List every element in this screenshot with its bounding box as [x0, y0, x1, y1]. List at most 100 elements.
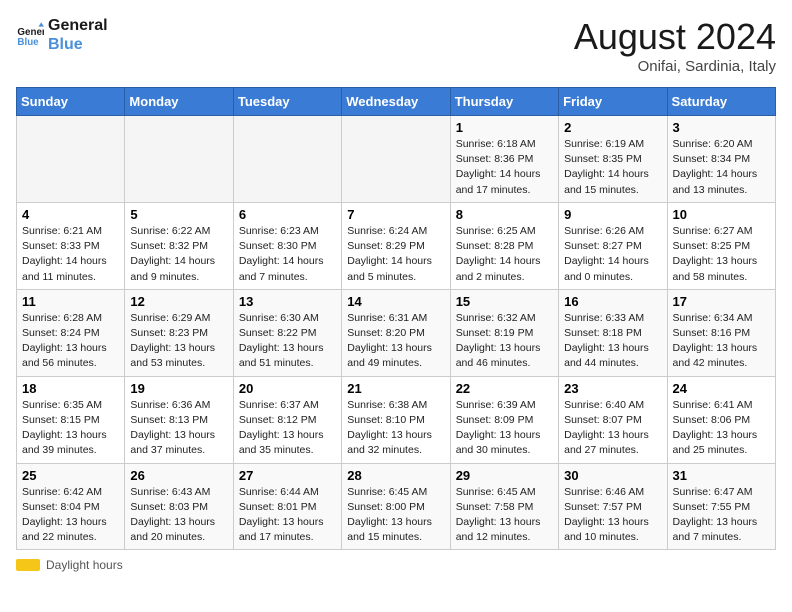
day-info: Sunrise: 6:32 AM Sunset: 8:19 PM Dayligh… — [456, 311, 553, 372]
day-info: Sunrise: 6:28 AM Sunset: 8:24 PM Dayligh… — [22, 311, 119, 372]
day-number: 31 — [673, 468, 770, 483]
day-info: Sunrise: 6:47 AM Sunset: 7:55 PM Dayligh… — [673, 485, 770, 546]
calendar-cell: 11 Sunrise: 6:28 AM Sunset: 8:24 PM Dayli… — [17, 289, 125, 376]
day-number: 22 — [456, 381, 553, 396]
page-header: General Blue General Blue August 2024 On… — [16, 16, 776, 75]
day-header-tuesday: Tuesday — [233, 88, 341, 116]
day-info: Sunrise: 6:40 AM Sunset: 8:07 PM Dayligh… — [564, 398, 661, 459]
logo-text-general: General — [48, 16, 108, 35]
calendar-cell — [125, 116, 233, 203]
calendar-cell: 18 Sunrise: 6:35 AM Sunset: 8:15 PM Dayli… — [17, 376, 125, 463]
calendar-table: SundayMondayTuesdayWednesdayThursdayFrid… — [16, 87, 776, 550]
day-info: Sunrise: 6:45 AM Sunset: 8:00 PM Dayligh… — [347, 485, 444, 546]
calendar-cell: 16 Sunrise: 6:33 AM Sunset: 8:18 PM Dayli… — [559, 289, 667, 376]
day-number: 21 — [347, 381, 444, 396]
day-number: 3 — [673, 120, 770, 135]
calendar-cell: 10Sunrise: 6:27 AM Sunset: 8:25 PM Dayli… — [667, 202, 775, 289]
calendar-cell: 30Sunrise: 6:46 AM Sunset: 7:57 PM Dayli… — [559, 463, 667, 550]
calendar-cell: 2Sunrise: 6:19 AM Sunset: 8:35 PM Daylig… — [559, 116, 667, 203]
day-number: 23 — [564, 381, 661, 396]
day-info: Sunrise: 6:36 AM Sunset: 8:13 PM Dayligh… — [130, 398, 227, 459]
day-info: Sunrise: 6:33 AM Sunset: 8:18 PM Dayligh… — [564, 311, 661, 372]
day-number: 24 — [673, 381, 770, 396]
calendar-cell: 29Sunrise: 6:45 AM Sunset: 7:58 PM Dayli… — [450, 463, 558, 550]
calendar-week-3: 11 Sunrise: 6:28 AM Sunset: 8:24 PM Dayli… — [17, 289, 776, 376]
calendar-cell: 22 Sunrise: 6:39 AM Sunset: 8:09 PM Dayli… — [450, 376, 558, 463]
calendar-cell: 31 Sunrise: 6:47 AM Sunset: 7:55 PM Dayli… — [667, 463, 775, 550]
calendar-cell: 15 Sunrise: 6:32 AM Sunset: 8:19 PM Dayli… — [450, 289, 558, 376]
calendar-cell — [233, 116, 341, 203]
day-number: 1 — [456, 120, 553, 135]
day-info: Sunrise: 6:25 AM Sunset: 8:28 PM Dayligh… — [456, 224, 553, 285]
calendar-cell: 1 Sunrise: 6:18 AM Sunset: 8:36 PM Daylig… — [450, 116, 558, 203]
day-info: Sunrise: 6:39 AM Sunset: 8:09 PM Dayligh… — [456, 398, 553, 459]
day-info: Sunrise: 6:31 AM Sunset: 8:20 PM Dayligh… — [347, 311, 444, 372]
day-info: Sunrise: 6:30 AM Sunset: 8:22 PM Dayligh… — [239, 311, 336, 372]
title-block: August 2024 Onifai, Sardinia, Italy — [574, 16, 776, 75]
day-info: Sunrise: 6:20 AM Sunset: 8:34 PM Dayligh… — [673, 137, 770, 198]
day-number: 5 — [130, 207, 227, 222]
day-number: 17 — [673, 294, 770, 309]
day-info: Sunrise: 6:35 AM Sunset: 8:15 PM Dayligh… — [22, 398, 119, 459]
day-info: Sunrise: 6:38 AM Sunset: 8:10 PM Dayligh… — [347, 398, 444, 459]
day-number: 20 — [239, 381, 336, 396]
calendar-cell: 19Sunrise: 6:36 AM Sunset: 8:13 PM Dayli… — [125, 376, 233, 463]
day-number: 11 — [22, 294, 119, 309]
day-header-sunday: Sunday — [17, 88, 125, 116]
calendar-cell: 6 Sunrise: 6:23 AM Sunset: 8:30 PM Daylig… — [233, 202, 341, 289]
day-info: Sunrise: 6:18 AM Sunset: 8:36 PM Dayligh… — [456, 137, 553, 198]
calendar-cell: 25Sunrise: 6:42 AM Sunset: 8:04 PM Dayli… — [17, 463, 125, 550]
day-number: 12 — [130, 294, 227, 309]
calendar-cell: 17 Sunrise: 6:34 AM Sunset: 8:16 PM Dayli… — [667, 289, 775, 376]
day-number: 6 — [239, 207, 336, 222]
day-number: 9 — [564, 207, 661, 222]
calendar-week-4: 18 Sunrise: 6:35 AM Sunset: 8:15 PM Dayli… — [17, 376, 776, 463]
day-number: 18 — [22, 381, 119, 396]
day-header-thursday: Thursday — [450, 88, 558, 116]
location: Onifai, Sardinia, Italy — [574, 58, 776, 75]
day-number: 16 — [564, 294, 661, 309]
day-number: 15 — [456, 294, 553, 309]
calendar-week-2: 4 Sunrise: 6:21 AM Sunset: 8:33 PM Daylig… — [17, 202, 776, 289]
month-title: August 2024 — [574, 16, 776, 58]
day-info: Sunrise: 6:34 AM Sunset: 8:16 PM Dayligh… — [673, 311, 770, 372]
day-info: Sunrise: 6:46 AM Sunset: 7:57 PM Dayligh… — [564, 485, 661, 546]
day-info: Sunrise: 6:43 AM Sunset: 8:03 PM Dayligh… — [130, 485, 227, 546]
day-header-friday: Friday — [559, 88, 667, 116]
day-info: Sunrise: 6:19 AM Sunset: 8:35 PM Dayligh… — [564, 137, 661, 198]
calendar-cell: 3 Sunrise: 6:20 AM Sunset: 8:34 PM Daylig… — [667, 116, 775, 203]
logo: General Blue General Blue — [16, 16, 108, 54]
daylight-label: Daylight hours — [46, 558, 123, 572]
day-info: Sunrise: 6:22 AM Sunset: 8:32 PM Dayligh… — [130, 224, 227, 285]
day-number: 25 — [22, 468, 119, 483]
calendar-cell: 9Sunrise: 6:26 AM Sunset: 8:27 PM Daylig… — [559, 202, 667, 289]
daylight-bar-icon — [16, 559, 40, 571]
calendar-header-row: SundayMondayTuesdayWednesdayThursdayFrid… — [17, 88, 776, 116]
day-number: 27 — [239, 468, 336, 483]
day-info: Sunrise: 6:21 AM Sunset: 8:33 PM Dayligh… — [22, 224, 119, 285]
day-number: 8 — [456, 207, 553, 222]
footer: Daylight hours — [16, 558, 776, 572]
day-number: 14 — [347, 294, 444, 309]
calendar-cell: 21 Sunrise: 6:38 AM Sunset: 8:10 PM Dayli… — [342, 376, 450, 463]
calendar-cell: 4 Sunrise: 6:21 AM Sunset: 8:33 PM Daylig… — [17, 202, 125, 289]
day-header-saturday: Saturday — [667, 88, 775, 116]
calendar-cell — [17, 116, 125, 203]
calendar-cell: 13 Sunrise: 6:30 AM Sunset: 8:22 PM Dayli… — [233, 289, 341, 376]
svg-text:Blue: Blue — [17, 37, 39, 48]
day-number: 26 — [130, 468, 227, 483]
day-info: Sunrise: 6:44 AM Sunset: 8:01 PM Dayligh… — [239, 485, 336, 546]
calendar-cell: 7Sunrise: 6:24 AM Sunset: 8:29 PM Daylig… — [342, 202, 450, 289]
calendar-cell: 24Sunrise: 6:41 AM Sunset: 8:06 PM Dayli… — [667, 376, 775, 463]
day-info: Sunrise: 6:23 AM Sunset: 8:30 PM Dayligh… — [239, 224, 336, 285]
day-info: Sunrise: 6:37 AM Sunset: 8:12 PM Dayligh… — [239, 398, 336, 459]
calendar-cell: 26 Sunrise: 6:43 AM Sunset: 8:03 PM Dayli… — [125, 463, 233, 550]
day-info: Sunrise: 6:24 AM Sunset: 8:29 PM Dayligh… — [347, 224, 444, 285]
day-number: 4 — [22, 207, 119, 222]
day-number: 13 — [239, 294, 336, 309]
calendar-cell: 12Sunrise: 6:29 AM Sunset: 8:23 PM Dayli… — [125, 289, 233, 376]
calendar-cell: 27 Sunrise: 6:44 AM Sunset: 8:01 PM Dayli… — [233, 463, 341, 550]
day-number: 29 — [456, 468, 553, 483]
day-header-wednesday: Wednesday — [342, 88, 450, 116]
calendar-cell: 14 Sunrise: 6:31 AM Sunset: 8:20 PM Dayli… — [342, 289, 450, 376]
